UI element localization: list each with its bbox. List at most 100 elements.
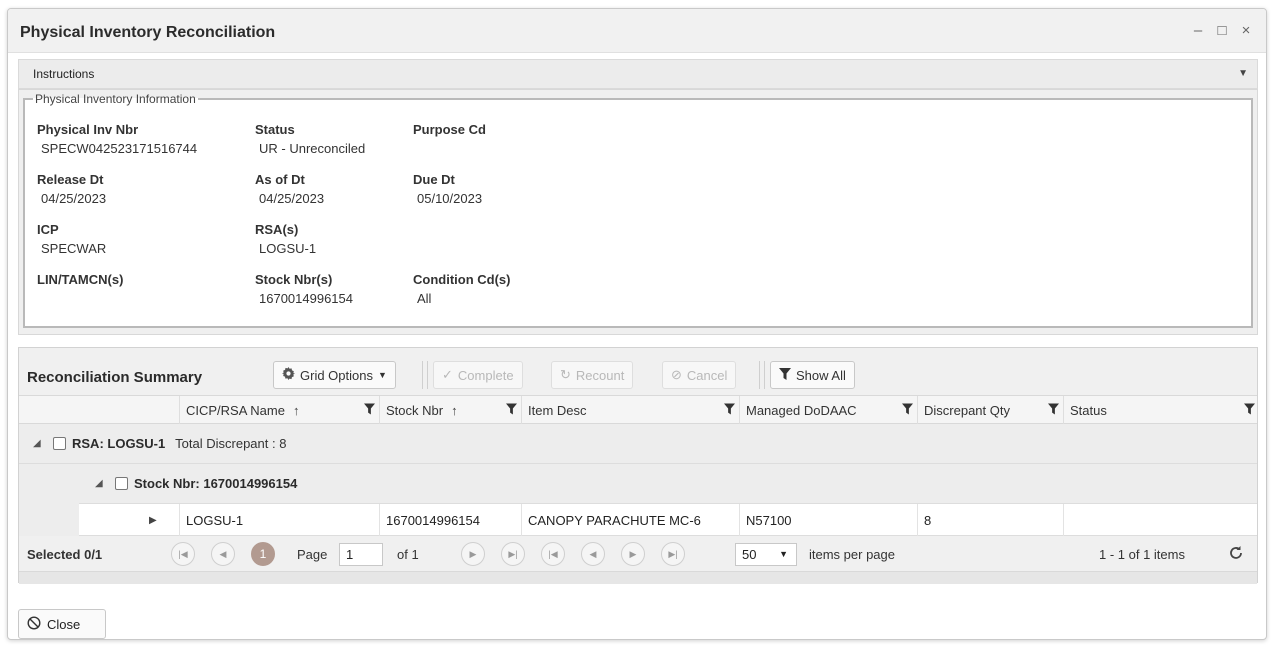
collapse-icon[interactable]: ◢ <box>33 438 47 449</box>
release-dt-value: 04/25/2023 <box>41 191 107 206</box>
first-page-icon[interactable]: |◀ <box>171 542 195 566</box>
due-dt-field: Due Dt 05/10/2023 <box>413 172 482 206</box>
condition-cds-value: All <box>417 291 432 306</box>
filter-icon[interactable] <box>1244 403 1255 418</box>
cancel-icon <box>27 615 41 633</box>
show-all-label: Show All <box>796 367 846 383</box>
table-row[interactable]: ▶ LOGSU-1 1670014996154 CANOPY PARACHUTE… <box>79 504 1257 536</box>
show-all-button[interactable]: Show All <box>770 361 855 389</box>
last-page-icon[interactable]: ▶| <box>661 542 685 566</box>
chevron-down-icon: ▼ <box>779 549 788 559</box>
group-row-stock-nbr: ◢ Stock Nbr: 1670014996154 <box>79 464 1257 504</box>
grid-header: CICP/RSA Name ↑ Stock Nbr ↑ Item Desc Ma… <box>19 396 1257 424</box>
sort-asc-icon[interactable]: ↑ <box>451 403 458 418</box>
group-stock-checkbox[interactable] <box>115 477 128 490</box>
refresh-icon: ↻ <box>560 367 571 382</box>
as-of-dt-field: As of Dt 04/25/2023 <box>255 172 324 206</box>
cell-discrepant-qty: 8 <box>917 504 1063 536</box>
item-desc-header-label: Item Desc <box>528 402 587 418</box>
column-header-managed-dodaac[interactable]: Managed DoDAAC <box>739 396 917 424</box>
physical-inv-nbr-label: Physical Inv Nbr <box>37 122 139 137</box>
grid-toolbar: Reconciliation Summary Grid Options ▼ ✓ … <box>19 348 1257 396</box>
filter-icon[interactable] <box>1048 403 1059 418</box>
cancel-label: Cancel <box>686 367 728 383</box>
rsas-field: RSA(s) LOGSU-1 <box>255 222 316 256</box>
window-controls: – □ × <box>1190 22 1254 39</box>
close-button-label: Close <box>47 616 81 632</box>
page-input[interactable]: 1 <box>339 543 383 566</box>
cancel-button[interactable]: ⊘ Cancel <box>662 361 737 389</box>
managed-dodaac-header-label: Managed DoDAAC <box>746 402 857 418</box>
filter-icon[interactable] <box>724 403 735 418</box>
first-page-icon[interactable]: |◀ <box>541 542 565 566</box>
instructions-panel[interactable]: Instructions ▼ <box>18 59 1258 89</box>
recount-button[interactable]: ↻ Recount <box>551 361 634 389</box>
filter-icon[interactable] <box>902 403 913 418</box>
items-per-page-value: 50 <box>742 547 757 562</box>
prev-page-icon[interactable]: ◀ <box>581 542 605 566</box>
icp-field: ICP SPECWAR <box>37 222 106 256</box>
status-value: UR - Unreconciled <box>259 141 366 156</box>
cell-cicp-rsa-name: LOGSU-1 <box>179 504 379 536</box>
release-dt-field: Release Dt 04/25/2023 <box>37 172 106 206</box>
group-row-rsa: ◢ RSA: LOGSU-1 Total Discrepant : 8 <box>19 424 1257 464</box>
column-header-stock-nbr[interactable]: Stock Nbr ↑ <box>379 396 521 424</box>
reconciliation-summary-grid: Reconciliation Summary Grid Options ▼ ✓ … <box>18 347 1258 584</box>
toolbar-divider <box>759 361 760 389</box>
physical-inv-nbr-field: Physical Inv Nbr SPECW042523171516744 <box>37 122 197 156</box>
sort-asc-icon[interactable]: ↑ <box>293 403 300 418</box>
column-header-discrepant-qty[interactable]: Discrepant Qty <box>917 396 1063 424</box>
refresh-icon[interactable] <box>1227 544 1245 565</box>
check-icon: ✓ <box>442 367 453 382</box>
column-header-item-desc[interactable]: Item Desc <box>521 396 739 424</box>
close-icon[interactable]: × <box>1238 22 1254 39</box>
lin-tamcn-label: LIN/TAMCN(s) <box>37 272 124 287</box>
last-page-icon[interactable]: ▶| <box>501 542 525 566</box>
cicp-rsa-name-header-label: CICP/RSA Name <box>186 402 285 418</box>
group-stock-label: Stock Nbr: 1670014996154 <box>134 476 298 491</box>
reconciliation-dialog: Physical Inventory Reconciliation – □ × … <box>7 8 1267 640</box>
maximize-icon[interactable]: □ <box>1214 22 1230 39</box>
condition-cds-label: Condition Cd(s) <box>413 272 511 287</box>
grid-options-label: Grid Options <box>300 367 373 383</box>
group-rsa-label: RSA: LOGSU-1 <box>72 436 166 451</box>
filter-icon[interactable] <box>506 403 517 418</box>
prev-page-icon[interactable]: ◀ <box>211 542 235 566</box>
physical-inventory-info-fieldset: Physical Inventory Information Physical … <box>23 92 1253 328</box>
rsas-value: LOGSU-1 <box>259 241 317 256</box>
group-rsa-checkbox[interactable] <box>53 437 66 450</box>
purpose-cd-label: Purpose Cd <box>413 122 486 137</box>
grid-options-button[interactable]: Grid Options ▼ <box>273 361 396 389</box>
toolbar-divider <box>422 361 423 389</box>
complete-button[interactable]: ✓ Complete <box>433 361 523 389</box>
items-per-page-select[interactable]: 50 ▼ <box>735 543 797 566</box>
complete-label: Complete <box>457 367 514 383</box>
status-field: Status UR - Unreconciled <box>255 122 365 156</box>
next-page-icon[interactable]: ▶ <box>621 542 645 566</box>
stock-nbr-header-label: Stock Nbr <box>386 402 444 418</box>
toolbar-divider <box>764 361 765 389</box>
filter-icon[interactable] <box>364 403 375 418</box>
stock-nbrs-field: Stock Nbr(s) 1670014996154 <box>255 272 353 306</box>
rsas-label: RSA(s) <box>255 222 299 237</box>
cell-managed-dodaac: N57100 <box>739 504 917 536</box>
chevron-down-icon[interactable]: ▼ <box>1238 68 1248 79</box>
column-header-status[interactable]: Status <box>1063 396 1259 424</box>
current-page-badge[interactable]: 1 <box>251 542 275 566</box>
as-of-dt-value: 04/25/2023 <box>259 191 325 206</box>
grid-pager: Selected 0/1 |◀ ◀ 1 Page 1 of 1 ▶ ▶| |◀ … <box>19 536 1257 572</box>
column-header-cicp-rsa-name[interactable]: CICP/RSA Name ↑ <box>179 396 379 424</box>
grid-footer <box>19 572 1257 584</box>
close-button[interactable]: Close <box>18 609 106 639</box>
cell-status <box>1063 504 1259 536</box>
collapse-icon[interactable]: ◢ <box>95 478 109 489</box>
items-per-page-label: items per page <box>809 547 895 562</box>
group-rsa-total: Total Discrepant : 8 <box>175 436 287 451</box>
icp-label: ICP <box>37 222 59 237</box>
next-page-icon[interactable]: ▶ <box>461 542 485 566</box>
physical-inv-nbr-value: SPECW042523171516744 <box>41 141 198 156</box>
release-dt-label: Release Dt <box>37 172 104 187</box>
expand-row-icon[interactable]: ▶ <box>79 504 179 536</box>
cell-stock-nbr: 1670014996154 <box>379 504 521 536</box>
minimize-icon[interactable]: – <box>1190 22 1206 39</box>
